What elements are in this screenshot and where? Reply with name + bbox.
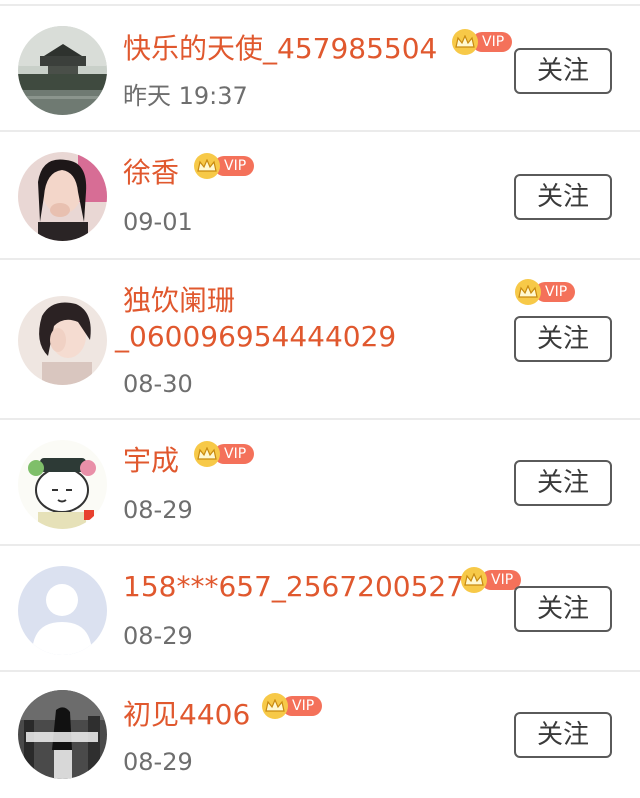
user-name-line1[interactable]: 独饮阑珊 bbox=[123, 282, 235, 320]
vip-badge: VIP bbox=[461, 567, 522, 593]
list-item[interactable]: 独饮阑珊 _060096954444029 VIP 08-30 关注 bbox=[0, 258, 640, 418]
crown-icon bbox=[194, 441, 220, 467]
user-name[interactable]: 徐香 bbox=[123, 154, 179, 192]
follow-button[interactable]: 关注 bbox=[514, 48, 612, 94]
vip-badge: VIP bbox=[515, 279, 576, 305]
crown-icon bbox=[461, 567, 487, 593]
vip-badge: VIP bbox=[262, 693, 323, 719]
list-item[interactable]: 初见4406 VIP 08-29 关注 bbox=[0, 670, 640, 798]
follow-button[interactable]: 关注 bbox=[514, 316, 612, 362]
avatar[interactable] bbox=[18, 26, 107, 115]
vip-badge: VIP bbox=[194, 441, 255, 467]
timestamp: 昨天 19:37 bbox=[123, 82, 248, 110]
vip-label: VIP bbox=[214, 444, 255, 464]
crown-icon bbox=[515, 279, 541, 305]
timestamp: 08-29 bbox=[123, 622, 193, 650]
list-item[interactable]: 宇成 VIP 08-29 关注 bbox=[0, 418, 640, 544]
vip-badge: VIP bbox=[194, 153, 255, 179]
crown-icon bbox=[452, 29, 478, 55]
vip-label: VIP bbox=[214, 156, 255, 176]
vip-badge: VIP bbox=[452, 29, 513, 55]
crown-icon bbox=[194, 153, 220, 179]
avatar[interactable] bbox=[18, 296, 107, 385]
avatar[interactable] bbox=[18, 566, 107, 655]
follow-button[interactable]: 关注 bbox=[514, 174, 612, 220]
avatar[interactable] bbox=[18, 440, 107, 529]
follow-button[interactable]: 关注 bbox=[514, 586, 612, 632]
crown-icon bbox=[262, 693, 288, 719]
vip-label: VIP bbox=[535, 282, 576, 302]
vip-label: VIP bbox=[472, 32, 513, 52]
user-name[interactable]: 158***657_2567200527 bbox=[123, 568, 464, 606]
list-item[interactable]: 158***657_2567200527 VIP 08-29 关注 bbox=[0, 544, 640, 670]
list-item[interactable]: 徐香 VIP 09-01 关注 bbox=[0, 130, 640, 258]
follower-list: 快乐的天使_457985504 VIP 昨天 19:37 关注 徐香 VIP 0… bbox=[0, 0, 640, 798]
timestamp: 08-29 bbox=[123, 748, 193, 776]
follow-button[interactable]: 关注 bbox=[514, 460, 612, 506]
user-name[interactable]: 宇成 bbox=[123, 442, 179, 480]
user-name-line2[interactable]: _060096954444029 bbox=[115, 318, 396, 356]
follow-button[interactable]: 关注 bbox=[514, 712, 612, 758]
timestamp: 08-29 bbox=[123, 496, 193, 524]
avatar[interactable] bbox=[18, 690, 107, 779]
timestamp: 08-30 bbox=[123, 370, 193, 398]
timestamp: 09-01 bbox=[123, 208, 193, 236]
user-name[interactable]: 初见4406 bbox=[123, 696, 250, 734]
avatar[interactable] bbox=[18, 152, 107, 241]
vip-label: VIP bbox=[282, 696, 323, 716]
user-name[interactable]: 快乐的天使_457985504 bbox=[123, 30, 437, 68]
list-item[interactable]: 快乐的天使_457985504 VIP 昨天 19:37 关注 bbox=[0, 4, 640, 130]
